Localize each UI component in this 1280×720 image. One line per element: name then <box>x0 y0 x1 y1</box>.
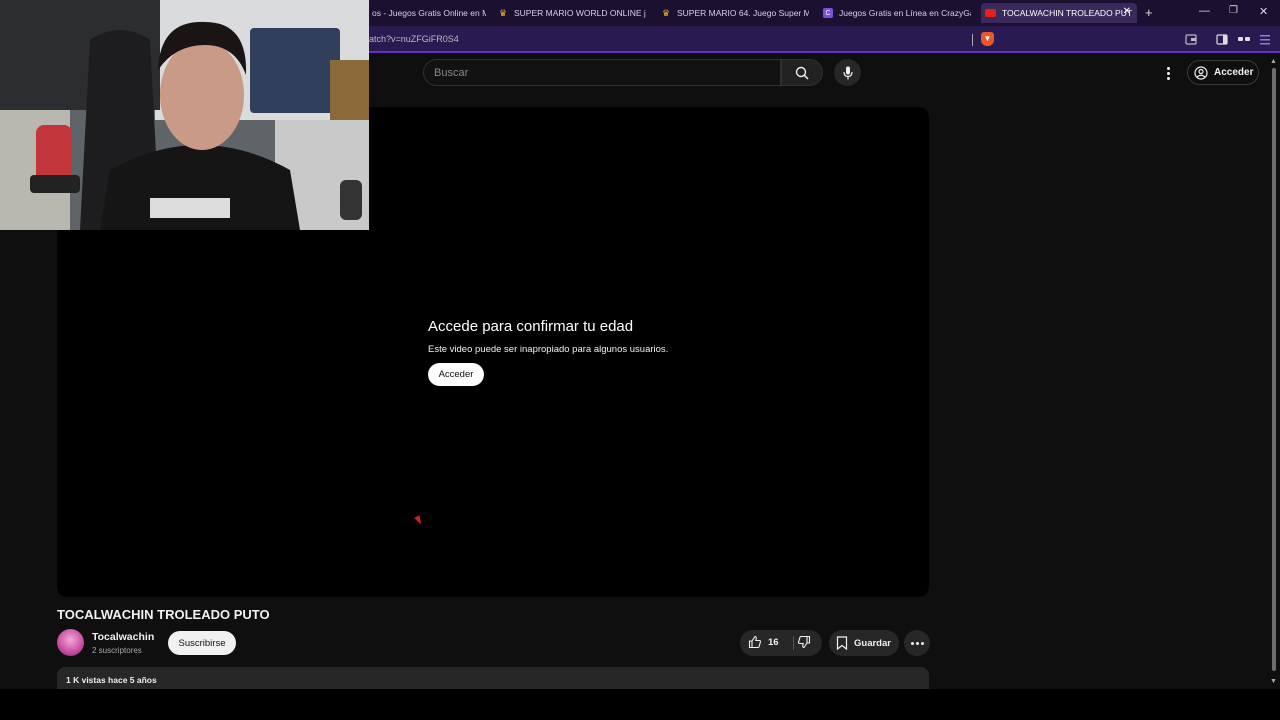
new-tab-button[interactable]: + <box>1145 5 1153 20</box>
scroll-down-icon[interactable]: ▼ <box>1270 678 1277 685</box>
subscribe-button[interactable]: Suscribirse <box>168 631 236 655</box>
bookmark-icon <box>836 636 848 650</box>
bottom-edge <box>0 689 1280 720</box>
restore-icon[interactable]: ❐ <box>1229 5 1238 16</box>
wallet-icon[interactable] <box>1185 34 1197 45</box>
like-dislike-group: 16 <box>740 630 822 656</box>
save-button[interactable]: Guardar <box>829 630 899 656</box>
url-field[interactable]: atch?v=nuZFGiFR0S4 <box>369 34 459 44</box>
sign-in-label: Acceder <box>1214 67 1254 78</box>
search-button[interactable] <box>781 59 823 86</box>
minimize-icon[interactable]: — <box>1199 5 1210 17</box>
extensions-icon[interactable] <box>1238 34 1250 45</box>
youtube-icon <box>985 9 996 17</box>
like-divider <box>793 636 794 650</box>
tab-super-mario-world[interactable]: ♛ SUPER MARIO WORLD ONLINE jueg <box>494 3 646 23</box>
tab-label: os - Juegos Gratis Online en Mi <box>372 8 486 18</box>
voice-search-button[interactable] <box>834 59 861 86</box>
menu-icon[interactable] <box>1259 34 1271 45</box>
tab-super-mario-64[interactable]: ♛ SUPER MARIO 64. Juego Super Mari <box>657 3 809 23</box>
age-gate-title: Accede para confirmar tu edad <box>428 318 634 335</box>
close-window-icon[interactable]: ✕ <box>1259 5 1268 18</box>
channel-avatar[interactable] <box>57 629 84 656</box>
brave-shield-icon[interactable]: ▼ <box>981 32 994 46</box>
sidebar-icon[interactable] <box>1216 34 1228 45</box>
save-label: Guardar <box>854 637 891 649</box>
tab-label: SUPER MARIO WORLD ONLINE jueg <box>514 8 646 18</box>
streamer-webcam-image <box>0 0 369 230</box>
tab-label: TOCALWACHIN TROLEADO PUT <box>1002 8 1133 18</box>
crown-icon: ♛ <box>498 7 508 18</box>
age-gate-message: Este video puede ser inapropiado para al… <box>428 344 669 355</box>
tab-label: Juegos Gratis en Línea en CrazyGam <box>839 8 971 18</box>
more-actions-icon[interactable] <box>904 630 930 656</box>
channel-name[interactable]: Tocalwachin <box>92 631 154 643</box>
scroll-up-icon[interactable]: ▲ <box>1270 58 1277 65</box>
settings-kebab-icon[interactable] <box>1160 63 1176 83</box>
scroll-thumb[interactable] <box>1272 68 1276 671</box>
subscriber-count: 2 suscriptores <box>92 646 142 655</box>
video-stats: 1 K vistas hace 5 años <box>66 675 157 685</box>
dislike-button[interactable] <box>797 635 811 654</box>
thumbs-down-icon <box>797 635 811 649</box>
account-icon <box>1194 65 1208 80</box>
webcam-overlay <box>0 0 369 230</box>
like-count: 16 <box>768 636 779 648</box>
page-scrollbar[interactable]: ▲ ▼ <box>1270 58 1278 688</box>
video-title: TOCALWACHIN TROLEADO PUTO <box>57 607 270 622</box>
tab-juegos-gratis[interactable]: os - Juegos Gratis Online en Mi <box>368 3 486 23</box>
tab-crazygames[interactable]: C Juegos Gratis en Línea en CrazyGam <box>819 3 971 23</box>
divider <box>972 34 973 46</box>
crazygames-icon: C <box>823 8 833 18</box>
sign-in-button[interactable]: Acceder <box>1187 60 1259 85</box>
microphone-icon <box>842 66 853 79</box>
tab-label: SUPER MARIO 64. Juego Super Mari <box>677 8 809 18</box>
age-gate-sign-in-button[interactable]: Acceder <box>428 363 484 386</box>
close-tab-icon[interactable]: ✕ <box>1123 6 1131 17</box>
tab-youtube-active[interactable]: TOCALWACHIN TROLEADO PUT ✕ <box>981 3 1137 23</box>
description-box[interactable]: 1 K vistas hace 5 años <box>57 667 929 689</box>
search-icon <box>795 66 809 80</box>
crown-icon: ♛ <box>661 7 671 18</box>
like-button[interactable]: 16 <box>748 635 779 649</box>
search-placeholder: Buscar <box>434 67 469 79</box>
thumbs-up-icon <box>748 635 762 649</box>
search-input[interactable]: Buscar <box>423 59 781 86</box>
